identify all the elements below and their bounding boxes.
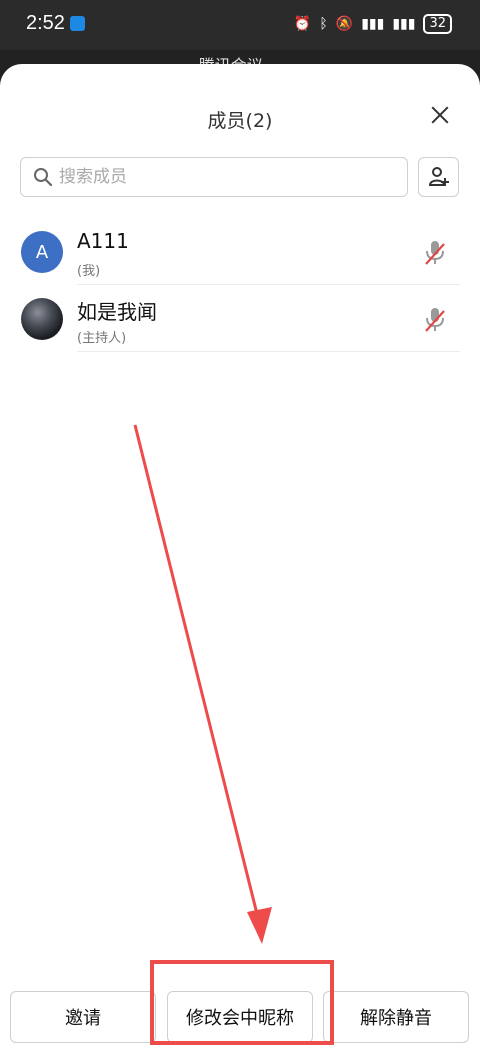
status-bar: 2:52 ⏰ ᛒ 🔕 ▮▮▮ ▮▮▮ 32 — [0, 0, 480, 50]
divider — [77, 351, 460, 352]
close-button[interactable] — [426, 102, 454, 130]
add-user-icon — [428, 167, 449, 186]
members-sheet: 成员(2) A A111 (我) 如是我闻 (主持人) — [0, 64, 480, 1061]
status-time: 2:52 — [26, 12, 65, 34]
meeting-app-icon — [70, 16, 85, 31]
search-input[interactable] — [59, 158, 399, 196]
add-member-button[interactable] — [418, 157, 459, 197]
sheet-title: 成员(2) — [207, 110, 273, 132]
avatar: A — [21, 231, 63, 273]
search-box[interactable] — [20, 157, 408, 197]
signal-icon: ▮▮▮ — [361, 16, 385, 32]
member-name: A111 — [77, 229, 129, 253]
divider — [77, 284, 460, 285]
signal-2-icon: ▮▮▮ — [392, 16, 416, 32]
mic-muted-icon[interactable] — [423, 239, 447, 267]
bluetooth-icon: ᛒ — [319, 16, 328, 32]
member-row[interactable]: A A111 (我) — [0, 219, 480, 285]
member-role: (主持人) — [77, 331, 127, 346]
annotation-highlight-box — [150, 960, 334, 1045]
status-icons: ⏰ ᛒ 🔕 ▮▮▮ ▮▮▮ 32 — [294, 14, 452, 34]
avatar — [21, 298, 63, 340]
invite-button[interactable]: 邀请 — [10, 991, 156, 1043]
battery-icon: 32 — [423, 14, 452, 34]
mute-icon: 🔕 — [335, 16, 354, 32]
alarm-icon: ⏰ — [293, 16, 312, 32]
member-row[interactable]: 如是我闻 (主持人) — [0, 286, 480, 352]
member-name: 如是我闻 — [77, 300, 157, 324]
unmute-button[interactable]: 解除静音 — [323, 991, 469, 1043]
member-role: (我) — [77, 264, 101, 279]
search-icon — [34, 168, 53, 187]
mic-muted-icon[interactable] — [423, 306, 447, 334]
